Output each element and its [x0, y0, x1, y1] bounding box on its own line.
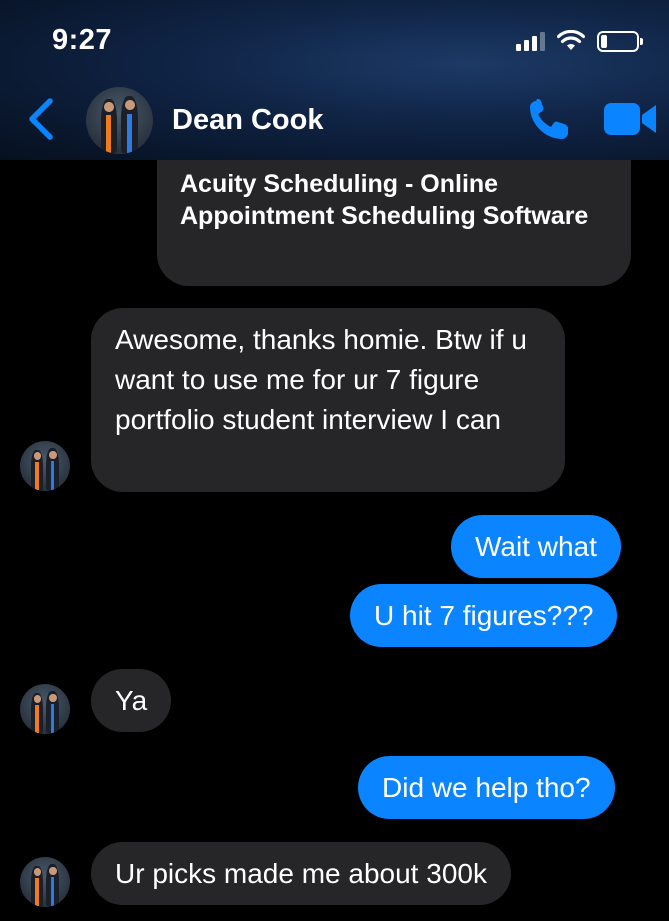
message-bubble-outgoing[interactable]: Did we help tho? [358, 756, 615, 819]
contact-name[interactable]: Dean Cook [172, 104, 323, 137]
status-time: 9:27 [52, 24, 113, 56]
phone-icon[interactable] [526, 97, 576, 143]
conversation-header: 9:27 Dean Cook [0, 0, 669, 160]
message-bubble-incoming[interactable]: Ya [91, 669, 172, 732]
message-bubble-incoming[interactable]: Ur picks made me about 300k [91, 842, 511, 905]
wifi-icon [557, 30, 585, 50]
message-bubble-incoming[interactable]: Awesome, thanks homie. Btw if u want to … [91, 308, 565, 492]
status-icons [516, 30, 643, 52]
video-camera-icon[interactable] [602, 100, 658, 138]
message-bubble-outgoing[interactable]: Wait what [451, 515, 621, 578]
contact-avatar-small[interactable] [20, 684, 70, 734]
link-preview-title: Acuity Scheduling - Online Appointment S… [180, 170, 589, 230]
message-bubble-outgoing[interactable]: U hit 7 figures??? [350, 584, 618, 647]
contact-avatar-small[interactable] [20, 441, 70, 491]
chevron-left-icon[interactable] [24, 95, 58, 143]
battery-icon [597, 30, 643, 52]
contact-avatar-small[interactable] [20, 857, 70, 907]
contact-avatar[interactable] [86, 87, 153, 154]
cellular-signal-icon [516, 31, 545, 51]
